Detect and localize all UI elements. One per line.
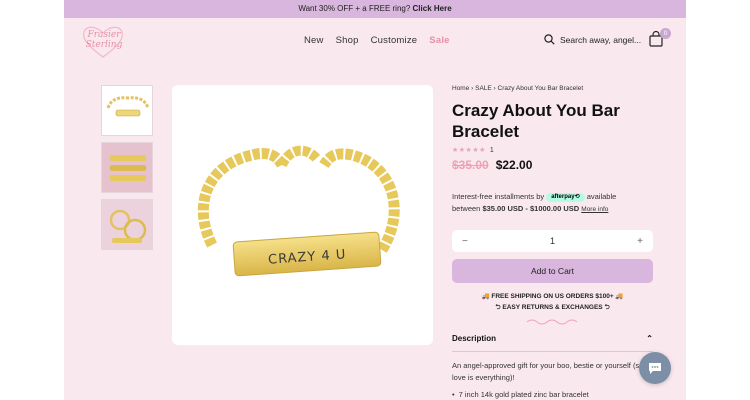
squiggle-divider-icon xyxy=(526,319,577,325)
quantity-stepper: − 1 + xyxy=(452,230,653,252)
quantity-decrease-button[interactable]: − xyxy=(462,236,468,247)
brand-logo[interactable]: Frasier Sterling xyxy=(80,24,126,60)
more-info-link[interactable]: More info xyxy=(581,206,608,213)
lifestyle-thumbnail-image xyxy=(102,200,152,249)
cart-count-badge: 0 xyxy=(660,28,671,39)
promo-banner[interactable]: Want 30% OFF + a FREE ring? Click Here xyxy=(64,0,686,18)
nav-new[interactable]: New xyxy=(304,35,324,46)
free-shipping-text: 🚚 FREE SHIPPING ON US ORDERS $100+ 🚚 xyxy=(481,293,624,300)
main-product-image[interactable]: CRAZY 4 U xyxy=(172,85,433,345)
chevron-up-icon: ⌃ xyxy=(646,334,653,343)
thumbnail-3[interactable] xyxy=(101,199,153,250)
product-info: Home › SALE › Crazy About You Bar Bracel… xyxy=(452,85,653,399)
price-block: $35.00 $22.00 xyxy=(452,158,653,172)
promo-text: Want 30% OFF + a FREE ring? xyxy=(298,4,411,13)
promo-link[interactable]: Click Here xyxy=(413,4,452,13)
thumbnail-1[interactable] xyxy=(101,85,153,136)
page: Want 30% OFF + a FREE ring? Click Here F… xyxy=(64,0,686,400)
search-icon xyxy=(544,34,555,45)
quantity-input[interactable]: 1 xyxy=(550,236,555,246)
cart-button[interactable]: 0 xyxy=(649,28,671,49)
product-rating[interactable]: ★★★★★ 1 xyxy=(452,146,653,155)
product-title: Crazy About You Bar Bracelet xyxy=(452,101,620,141)
returns-text: ⮌ EASY RETURNS & EXCHANGES ⮌ xyxy=(495,304,610,311)
search-bar[interactable]: Search away, angel... xyxy=(544,34,641,45)
thumbnail-2[interactable] xyxy=(101,142,153,193)
lifestyle-thumbnail-image xyxy=(102,143,152,192)
add-to-cart-button[interactable]: Add to Cart xyxy=(452,259,653,283)
afterpay-badge: afterpay⟲ xyxy=(546,192,585,202)
breadcrumb[interactable]: Home › SALE › Crazy About You Bar Bracel… xyxy=(452,85,653,92)
star-rating-icon: ★★★★★ xyxy=(452,147,486,154)
thumbnail-gallery xyxy=(101,85,153,256)
chat-bubble-icon xyxy=(649,363,661,374)
bracelet-image: CRAZY 4 U xyxy=(197,145,400,277)
installment-range: $35.00 USD - $1000.00 USD xyxy=(482,204,580,213)
quantity-increase-button[interactable]: + xyxy=(637,236,643,247)
description-text: An angel-approved gift for your boo, bes… xyxy=(452,361,650,382)
bullet-dot-icon: • xyxy=(452,390,455,399)
rating-count: 1 xyxy=(489,146,494,154)
chat-button[interactable] xyxy=(639,352,671,384)
main-nav: New Shop Customize Sale xyxy=(304,35,450,46)
search-placeholder: Search away, angel... xyxy=(560,34,642,45)
sale-price: $22.00 xyxy=(495,158,533,172)
description-bullet: • 7 inch 14k gold plated zinc bar bracel… xyxy=(452,390,589,399)
logo-wordmark: Frasier Sterling xyxy=(85,30,123,50)
nav-shop[interactable]: Shop xyxy=(336,35,359,46)
description-heading: Description xyxy=(452,334,497,343)
installments-info: Interest-free installments by afterpay⟲ … xyxy=(452,192,617,213)
shipping-info: 🚚 FREE SHIPPING ON US ORDERS $100+ 🚚 ⮌ E… xyxy=(452,291,653,313)
nav-sale[interactable]: Sale xyxy=(429,35,449,46)
bracelet-thumbnail-image xyxy=(106,96,150,117)
description-toggle[interactable]: Description ⌃ xyxy=(452,334,653,352)
nav-customize[interactable]: Customize xyxy=(371,35,418,46)
original-price: $35.00 xyxy=(452,158,489,172)
